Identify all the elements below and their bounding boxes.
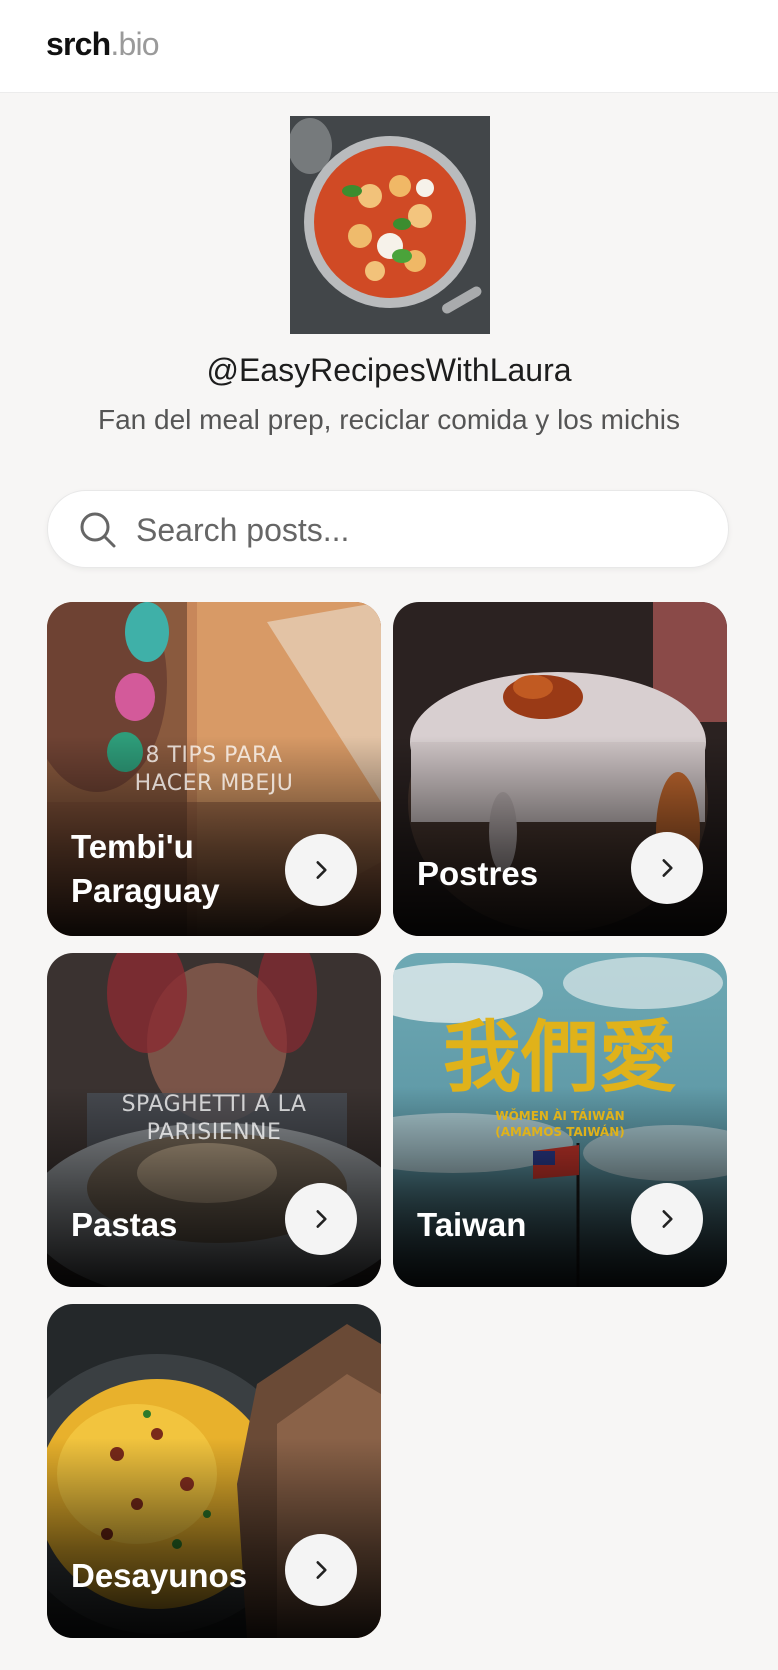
- open-category-button[interactable]: [285, 834, 357, 906]
- open-category-button[interactable]: [631, 832, 703, 904]
- card-title: Tembi'u Paraguay: [71, 828, 220, 909]
- profile-bio: Fan del meal prep, reciclar comida y los…: [98, 404, 680, 435]
- open-category-button[interactable]: [285, 1183, 357, 1255]
- profile-avatar: [290, 116, 490, 334]
- card-overlay-cjk: 我們愛: [442, 1013, 677, 1103]
- profile-username: @EasyRecipesWithLaura: [206, 352, 572, 388]
- card-overlay-text: 8 TIPS PARA HACER MBEJU: [134, 743, 294, 796]
- chevron-right-icon: [662, 859, 673, 877]
- card-title: Taiwan: [417, 1206, 527, 1243]
- category-card-desayunos[interactable]: Desayunos: [47, 1304, 381, 1638]
- chevron-right-icon: [662, 1210, 673, 1228]
- category-card-postres[interactable]: Postres: [393, 602, 727, 936]
- chevron-right-icon: [316, 1561, 327, 1579]
- logo-tld-text: .bio: [110, 26, 159, 62]
- site-logo[interactable]: srch.bio: [46, 26, 160, 63]
- category-card-tembiu-paraguay[interactable]: 8 TIPS PARA HACER MBEJU Tembi'u Paraguay: [47, 602, 381, 936]
- category-card-taiwan[interactable]: 我們愛 WǑMEN ÀI TÁIWĀN (AMAMOS TAIWÁN) Taiw…: [393, 953, 727, 1287]
- search-input[interactable]: [136, 505, 696, 555]
- card-title: Postres: [417, 855, 539, 892]
- chevron-right-icon: [316, 861, 327, 879]
- search-bar[interactable]: [47, 490, 729, 568]
- card-overlay-subtitle: WǑMEN ÀI TÁIWĀN: [495, 1109, 625, 1123]
- card-overlay-text: SPAGHETTI A LA PARISIENNE: [121, 1092, 307, 1145]
- chevron-right-icon: [316, 1210, 327, 1228]
- search-icon: [80, 512, 116, 548]
- top-bar: srch.bio: [0, 0, 778, 93]
- card-title: Desayunos: [71, 1557, 248, 1594]
- card-title: Pastas: [71, 1206, 178, 1243]
- logo-main-text: srch: [46, 26, 111, 62]
- category-card-pastas[interactable]: SPAGHETTI A LA PARISIENNE Pastas: [47, 953, 381, 1287]
- open-category-button[interactable]: [631, 1183, 703, 1255]
- open-category-button[interactable]: [285, 1534, 357, 1606]
- card-overlay-subtitle-2: (AMAMOS TAIWÁN): [495, 1125, 625, 1139]
